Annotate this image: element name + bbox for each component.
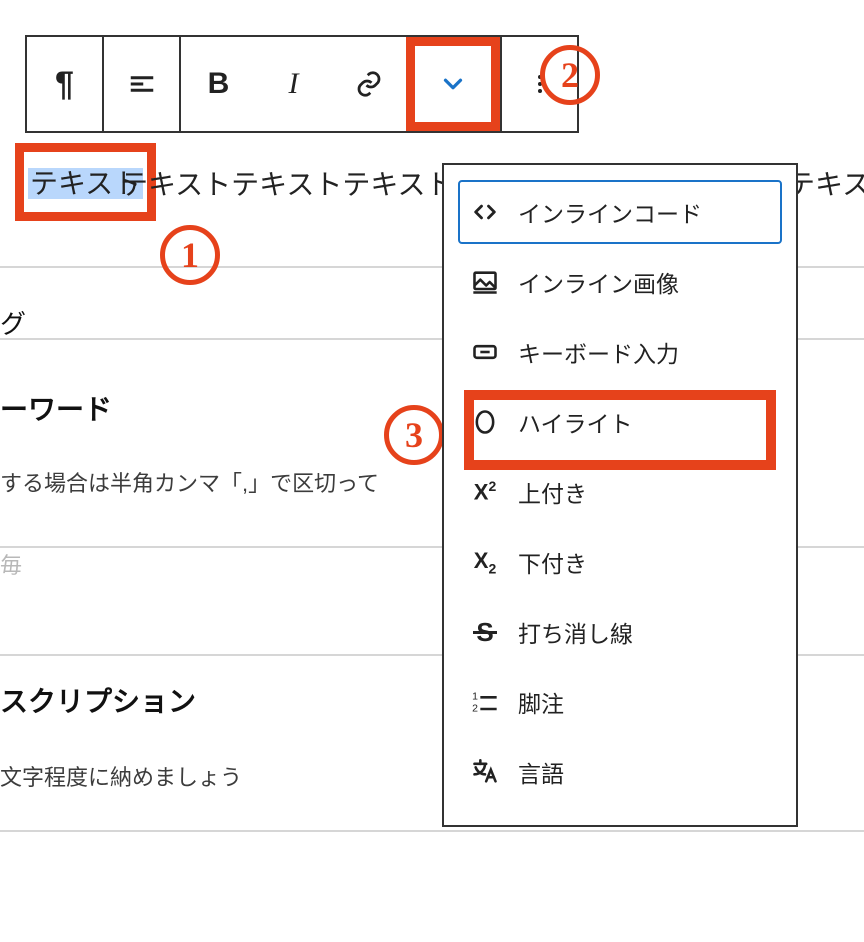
form-help-text: する場合は半角カンマ「,」で区切って	[0, 466, 379, 498]
superscript-icon: X2	[470, 477, 500, 507]
image-icon	[470, 267, 500, 297]
dropdown-item-inline-code[interactable]: インラインコード	[458, 180, 782, 244]
chevron-down-icon	[438, 69, 468, 99]
dropdown-item-superscript[interactable]: X2 上付き	[458, 460, 782, 524]
strikethrough-icon: S	[470, 617, 500, 647]
highlight-icon	[470, 407, 500, 437]
italic-icon: I	[289, 67, 299, 101]
pilcrow-icon: ¶	[55, 65, 74, 104]
dropdown-item-strikethrough[interactable]: S 打ち消し線	[458, 600, 782, 664]
dropdown-item-footnote[interactable]: 12 脚注	[458, 670, 782, 734]
annotation-callout-3: 3	[384, 405, 444, 465]
dropdown-item-label: 下付き	[518, 545, 587, 579]
italic-button[interactable]: I	[256, 37, 331, 131]
form-placeholder: 毎	[0, 548, 22, 580]
align-button[interactable]	[104, 37, 179, 131]
dropdown-item-label: インラインコード	[518, 195, 702, 229]
block-type-button[interactable]: ¶	[27, 37, 102, 131]
form-label-description: スクリプション	[0, 680, 196, 720]
block-toolbar: ¶ B I	[25, 35, 579, 133]
language-icon	[470, 757, 500, 787]
dropdown-item-label: インライン画像	[518, 265, 679, 299]
form-help-text: 文字程度に納めましょう	[0, 760, 242, 792]
link-button[interactable]	[331, 37, 406, 131]
dropdown-item-inline-image[interactable]: インライン画像	[458, 250, 782, 314]
svg-text:2: 2	[472, 702, 478, 714]
dropdown-item-label: 打ち消し線	[518, 615, 633, 649]
form-label-keyword: ーワード	[0, 388, 112, 428]
dropdown-item-label: キーボード入力	[518, 335, 679, 369]
dropdown-item-label: 脚注	[518, 685, 564, 719]
dropdown-item-highlight[interactable]: ハイライト	[458, 390, 782, 454]
align-left-icon	[127, 69, 157, 99]
svg-text:1: 1	[472, 691, 478, 703]
dropdown-item-keyboard-input[interactable]: キーボード入力	[458, 320, 782, 384]
dropdown-item-label: 言語	[518, 755, 564, 789]
subscript-icon: X2	[470, 547, 500, 577]
link-icon	[354, 69, 384, 99]
more-formatting-dropdown: インラインコード インライン画像 キーボード入力 ハイライト X2 上付き X2…	[442, 163, 798, 827]
dropdown-item-language[interactable]: 言語	[458, 740, 782, 804]
bold-icon: B	[208, 67, 230, 101]
more-formatting-button[interactable]	[406, 37, 500, 131]
dropdown-item-subscript[interactable]: X2 下付き	[458, 530, 782, 594]
keyboard-icon	[470, 337, 500, 367]
dropdown-item-label: 上付き	[518, 475, 587, 509]
annotation-callout-2: 2	[540, 45, 600, 105]
annotation-callout-1: 1	[160, 225, 220, 285]
bold-button[interactable]: B	[181, 37, 256, 131]
dropdown-item-label: ハイライト	[518, 405, 633, 439]
form-label-fragment: グ	[0, 304, 26, 341]
footnote-icon: 12	[470, 687, 500, 717]
code-icon	[470, 197, 500, 227]
